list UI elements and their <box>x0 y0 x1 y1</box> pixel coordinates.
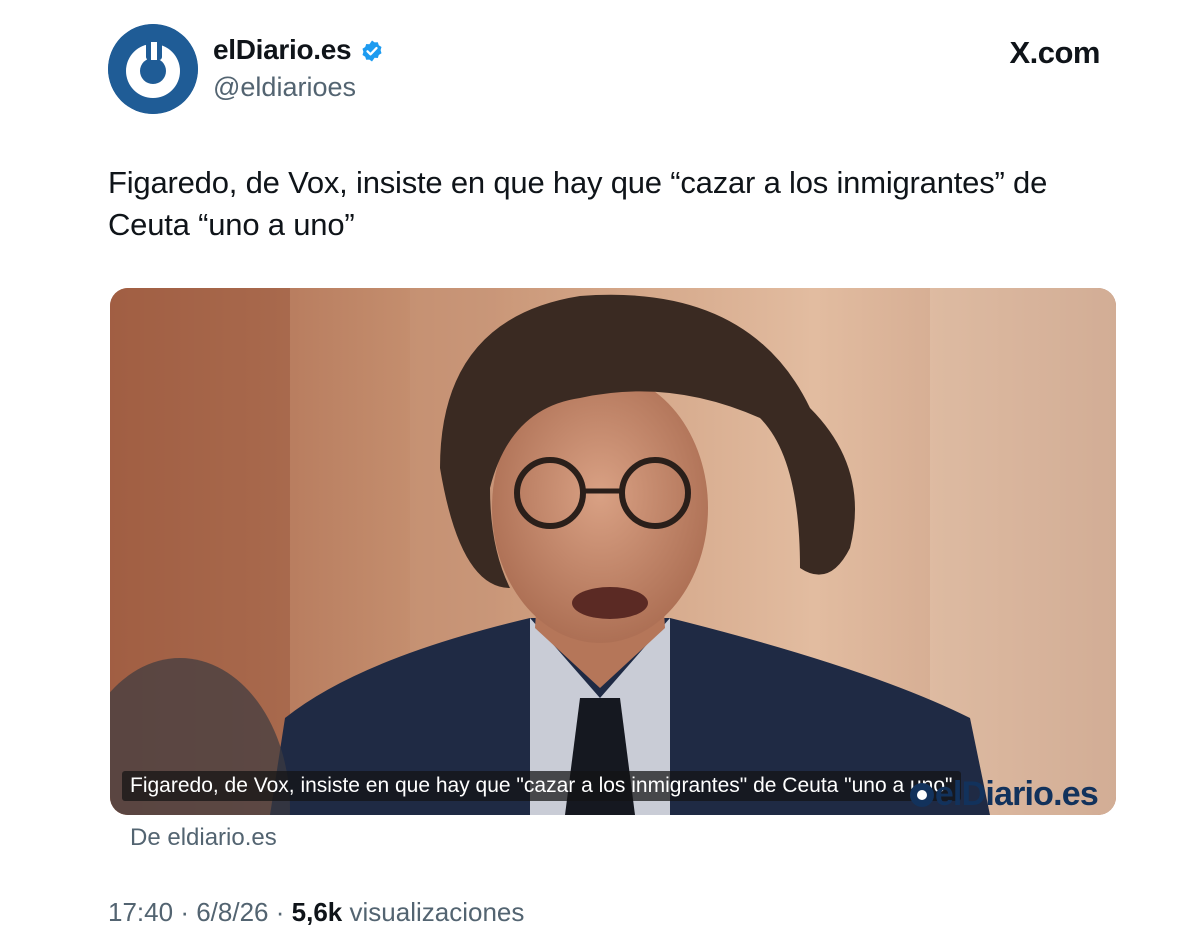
author-name[interactable]: elDiario.es <box>213 32 352 68</box>
tweet-screenshot: elDiario.es @eldiarioes X.com Figaredo, … <box>0 0 1200 945</box>
verified-badge-icon <box>362 40 382 62</box>
meta-separator: · <box>275 897 285 927</box>
tweet-date[interactable]: 6/8/26 <box>196 897 268 927</box>
meta-separator: · <box>180 897 189 927</box>
author-avatar[interactable] <box>108 24 198 114</box>
media-logo: elDiario.es <box>909 774 1099 814</box>
source-link[interactable]: De eldiario.es <box>130 822 277 854</box>
tweet-text: Figaredo, de Vox, insiste en que hay que… <box>108 165 1048 242</box>
site-label: X.com <box>1009 35 1100 70</box>
media-caption: Figaredo, de Vox, insiste en que hay que… <box>122 771 961 801</box>
tweet-meta: 17:40 · 6/8/26 · 5,6k visualizaciones <box>108 895 524 929</box>
tweet-time[interactable]: 17:40 <box>108 897 173 927</box>
media-logo-mark-icon <box>909 783 934 807</box>
eldiario-logo-icon <box>108 24 198 114</box>
media-logo-text: elDiario.es <box>934 775 1099 813</box>
views-count: 5,6k <box>291 897 343 927</box>
article-photo <box>110 288 1116 815</box>
views-label: visualizaciones <box>349 897 525 927</box>
media-card[interactable]: Figaredo, de Vox, insiste en que hay que… <box>110 288 1116 815</box>
author-handle[interactable]: @eldiarioes <box>213 70 356 104</box>
